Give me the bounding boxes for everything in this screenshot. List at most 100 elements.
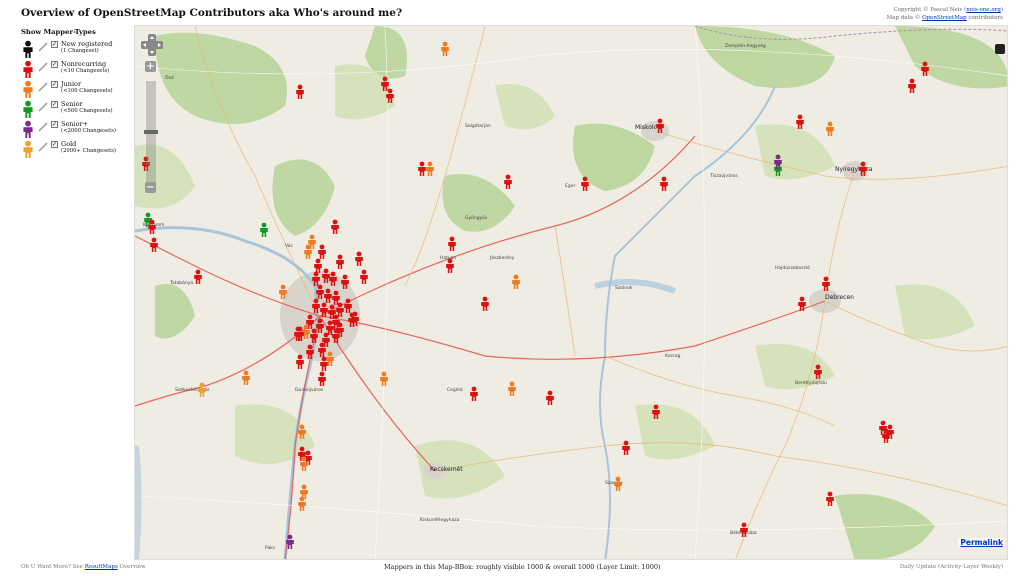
town-label: Eger: [565, 184, 576, 189]
mapper-marker-icon[interactable]: [297, 424, 307, 439]
mapper-marker-icon[interactable]: [613, 476, 623, 491]
mapper-marker-icon[interactable]: [331, 314, 341, 329]
contributors-text: contributors: [968, 15, 1003, 21]
mapper-marker-icon[interactable]: [739, 522, 749, 537]
legend-checkbox[interactable]: ✓: [51, 121, 58, 128]
mapper-marker-icon[interactable]: [303, 244, 313, 259]
mapper-marker-icon[interactable]: [241, 370, 251, 385]
mapper-marker-icon[interactable]: [295, 354, 305, 369]
pan-control-icon[interactable]: [141, 34, 163, 56]
mapper-marker-icon[interactable]: [335, 254, 345, 269]
legend-item-label: Senior+: [61, 120, 89, 128]
mapper-marker-icon[interactable]: [285, 534, 295, 549]
mapper-marker-icon[interactable]: [385, 88, 395, 103]
mapper-marker-icon[interactable]: [655, 118, 665, 133]
pencil-icon: [38, 42, 48, 52]
mapper-marker-icon[interactable]: [545, 390, 555, 405]
mapper-marker-icon[interactable]: [425, 161, 435, 176]
mapper-marker-icon[interactable]: [480, 296, 490, 311]
mapper-marker-icon[interactable]: [813, 364, 823, 379]
zoom-out-button[interactable]: −: [145, 182, 156, 193]
mapper-person-icon: [21, 120, 35, 138]
mapper-marker-icon[interactable]: [325, 351, 335, 366]
mapper-marker-icon[interactable]: [503, 174, 513, 189]
mapper-marker-icon[interactable]: [317, 371, 327, 386]
resultmaps-link[interactable]: ResultMaps: [85, 564, 118, 570]
footer-prefix: Oh U Want More? See: [21, 564, 83, 570]
mapper-marker-icon[interactable]: [295, 84, 305, 99]
mapper-marker-icon[interactable]: [858, 161, 868, 176]
mapper-marker-icon[interactable]: [621, 440, 631, 455]
legend-checkbox[interactable]: ✓: [51, 61, 58, 68]
mapper-marker-icon[interactable]: [149, 237, 159, 252]
mapper-marker-icon[interactable]: [825, 491, 835, 506]
mapper-marker-icon[interactable]: [331, 328, 341, 343]
mapper-marker-icon[interactable]: [447, 236, 457, 251]
mapper-marker-icon[interactable]: [379, 371, 389, 386]
legend-item-sub: (<500 Changesets): [61, 108, 113, 114]
mapper-marker-icon[interactable]: [825, 121, 835, 136]
mapper-person-icon: [21, 140, 35, 158]
mapper-marker-icon[interactable]: [350, 311, 360, 326]
mapper-marker-icon[interactable]: [293, 326, 303, 341]
legend-checkbox[interactable]: ✓: [51, 101, 58, 108]
mapper-marker-icon[interactable]: [580, 176, 590, 191]
zoom-in-button[interactable]: +: [145, 61, 156, 72]
mapper-marker-icon[interactable]: [511, 274, 521, 289]
legend-item-sub: (1 Changeset): [61, 48, 99, 54]
mapper-marker-icon[interactable]: [821, 276, 831, 291]
legend-item: ✓ Nonrecurring (<10 Changesets): [21, 60, 133, 80]
mapper-marker-icon[interactable]: [299, 456, 309, 471]
mapper-marker-icon[interactable]: [507, 381, 517, 396]
mapper-marker-icon[interactable]: [445, 258, 455, 273]
mapper-marker-icon[interactable]: [659, 176, 669, 191]
map-view[interactable]: Miskolc Debrecen Nyíregyháza Eger Salgótarjá…: [134, 25, 1008, 560]
mapper-marker-icon[interactable]: [328, 271, 338, 286]
mapdata-text: Map data ©: [886, 15, 921, 21]
mapper-type-legend: Show Mapper-Types ✓ New registered (1 Chan…: [21, 28, 133, 160]
copyright-notice: Copyright © Pascal Neis (neis-one.org) M…: [886, 7, 1003, 21]
mapper-marker-icon[interactable]: [651, 404, 661, 419]
legend-item-label: Junior: [61, 80, 82, 88]
legend-item-label: Senior: [61, 100, 83, 108]
town-label: Kiskunfélegyháza: [420, 518, 460, 523]
legend-checkbox[interactable]: ✓: [51, 141, 58, 148]
mapper-marker-icon[interactable]: [773, 154, 783, 169]
mapper-marker-icon[interactable]: [330, 219, 340, 234]
legend-item-label: Gold: [61, 140, 77, 148]
legend-item-label: Nonrecurring: [61, 60, 107, 68]
mapper-marker-icon[interactable]: [147, 219, 157, 234]
mapper-marker-icon[interactable]: [305, 344, 315, 359]
footer-suffix: Overview: [119, 564, 146, 570]
legend-checkbox[interactable]: ✓: [51, 41, 58, 48]
mapper-marker-icon[interactable]: [278, 284, 288, 299]
layer-switcher-icon[interactable]: [995, 44, 1005, 54]
openstreetmap-link[interactable]: OpenStreetMap: [922, 15, 967, 21]
mapper-marker-icon[interactable]: [309, 328, 319, 343]
neis-one-link[interactable]: neis-one.org: [966, 7, 1001, 13]
mapper-marker-icon[interactable]: [907, 78, 917, 93]
mapper-marker-icon[interactable]: [881, 428, 891, 443]
mapper-marker-icon[interactable]: [193, 269, 203, 284]
legend-item-sub: (<2000 Changesets): [61, 128, 116, 134]
mapper-marker-icon[interactable]: [795, 114, 805, 129]
update-info: Daily Update (Activity-Layer Weekly): [899, 564, 1003, 570]
mapper-marker-icon[interactable]: [197, 382, 207, 397]
mapper-marker-icon[interactable]: [340, 274, 350, 289]
mapper-marker-icon[interactable]: [797, 296, 807, 311]
mapper-marker-icon[interactable]: [440, 41, 450, 56]
mapper-marker-icon[interactable]: [299, 484, 309, 499]
legend-checkbox[interactable]: ✓: [51, 81, 58, 88]
mapper-marker-icon[interactable]: [354, 251, 364, 266]
town-label: Jászberény: [490, 256, 515, 261]
mapper-count-status: Mappers in this Map-BBox: roughly visibl…: [384, 563, 661, 571]
legend-item-sub: (2000+ Changesets): [61, 148, 116, 154]
mapper-marker-icon[interactable]: [259, 222, 269, 237]
mapper-marker-icon[interactable]: [469, 386, 479, 401]
mapper-marker-icon[interactable]: [359, 269, 369, 284]
permalink-link[interactable]: Permalink: [958, 538, 1005, 547]
mapper-marker-icon[interactable]: [920, 61, 930, 76]
legend-item: ✓ Gold (2000+ Changesets): [21, 140, 133, 160]
mapper-marker-icon[interactable]: [317, 244, 327, 259]
zoom-slider-handle[interactable]: [144, 130, 158, 134]
